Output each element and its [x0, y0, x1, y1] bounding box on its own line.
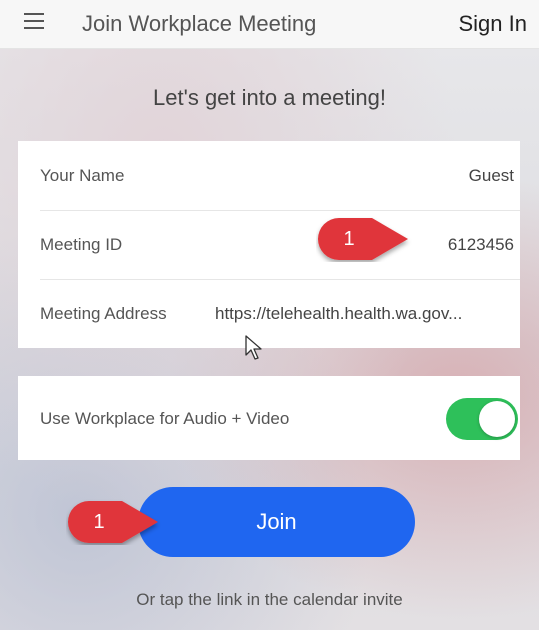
meeting-address-row[interactable]: Meeting Address https://telehealth.healt… [40, 279, 520, 348]
callout-badge: 1 [66, 499, 166, 545]
mouse-pointer-icon [245, 335, 262, 360]
audio-video-label: Use Workplace for Audio + Video [40, 409, 290, 428]
meeting-address-label: Meeting Address [40, 304, 167, 323]
your-name-label: Your Name [40, 166, 125, 185]
calendar-invite-hint: Or tap the link in the calendar invite [136, 590, 403, 609]
hamburger-menu-icon[interactable] [24, 13, 44, 31]
meeting-id-row[interactable]: Meeting ID 6123456 [40, 210, 520, 280]
sign-in-button[interactable]: Sign In [459, 11, 528, 37]
callout-number: 1 [343, 228, 355, 250]
meeting-form: Your Name Guest Meeting ID 6123456 Meeti… [18, 141, 520, 348]
meeting-id-field[interactable]: 6123456 [448, 235, 514, 255]
meeting-heading: Let's get into a meeting! [153, 85, 386, 110]
meeting-address-field[interactable]: https://telehealth.health.wa.gov... [215, 304, 514, 324]
audio-video-card: Use Workplace for Audio + Video [18, 376, 520, 460]
your-name-row[interactable]: Your Name Guest [40, 141, 520, 211]
meeting-id-label: Meeting ID [40, 235, 123, 254]
toggle-knob [479, 401, 515, 437]
page-title: Join Workplace Meeting [82, 11, 317, 36]
audio-video-toggle[interactable] [446, 398, 518, 440]
callout-number: 1 [93, 511, 105, 533]
top-bar: Join Workplace Meeting Sign In [0, 0, 539, 49]
callout-badge: 1 [316, 216, 416, 262]
your-name-field[interactable]: Guest [469, 166, 514, 186]
join-button[interactable]: Join [138, 487, 415, 557]
